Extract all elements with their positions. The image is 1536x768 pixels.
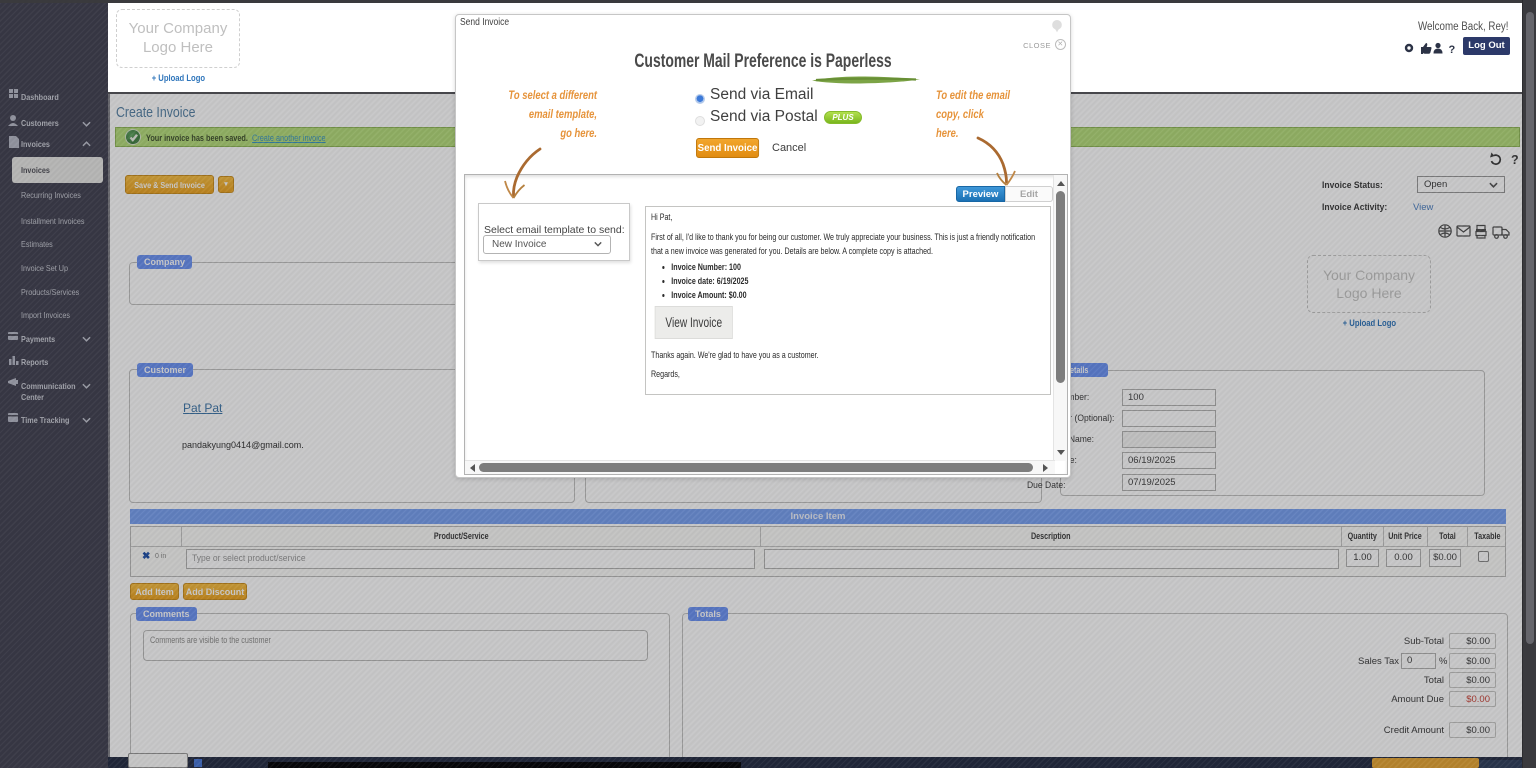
svg-text:?: ? [1449, 44, 1456, 56]
